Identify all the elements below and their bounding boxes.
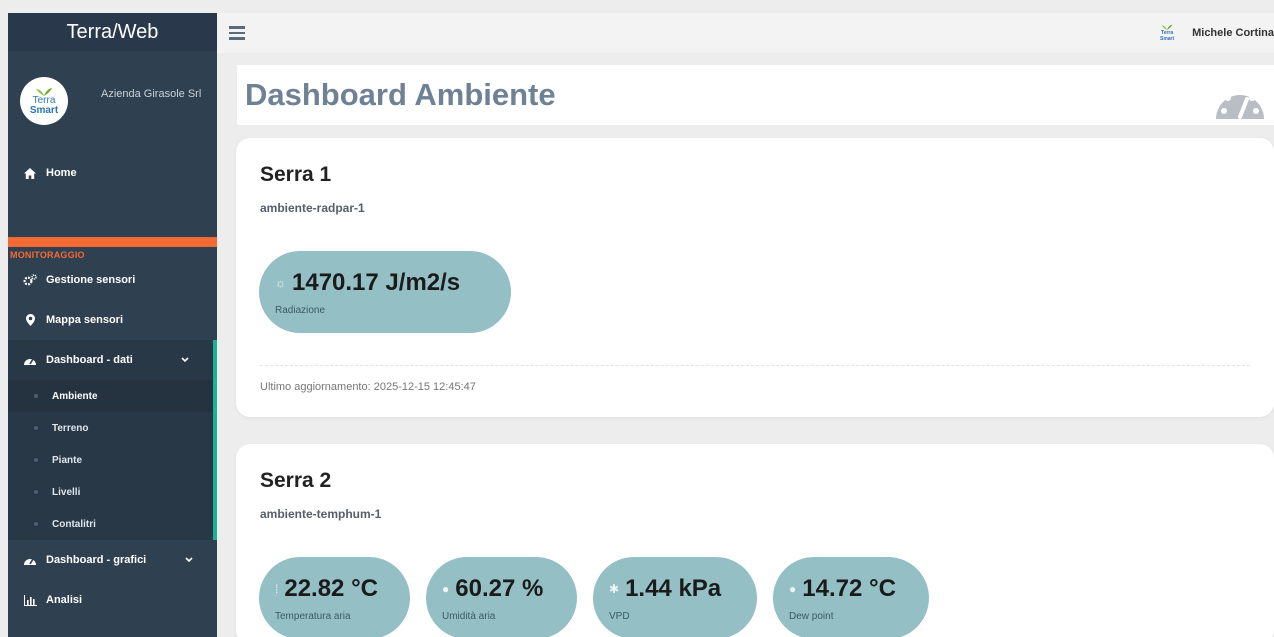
sidebar-subitem-contalitri[interactable]: Contalitri (8, 508, 213, 540)
asterisk-icon: ✱ (609, 582, 620, 596)
company-name: Azienda Girasole Srl (101, 88, 202, 100)
sidebar-item-label: Gestione sensori (46, 274, 136, 286)
section-divider (8, 237, 217, 247)
metric-value: 14.72 °C (802, 575, 896, 602)
thermometer-icon: ⁞ (275, 582, 279, 596)
sidebar-subitem-livelli[interactable]: Livelli (8, 476, 213, 508)
home-icon (22, 167, 38, 179)
sidebar-item-mappa-sensori[interactable]: Mappa sensori (8, 300, 217, 340)
brand-title[interactable]: Terra/Web (8, 13, 217, 51)
page-title: Dashboard Ambiente (245, 77, 556, 112)
card-title: Serra 2 (260, 469, 332, 492)
sensor-code: ambiente-radpar-1 (260, 201, 365, 215)
sidebar-subitem-label: Contalitri (52, 518, 96, 530)
section-label: MONITORAGGIO (10, 250, 85, 260)
bullet-icon (34, 490, 38, 494)
sidebar-subitem-label: Piante (52, 454, 83, 466)
dashboard-icon (22, 555, 38, 566)
metric-vpd: ✱ 1.44 kPa VPD (593, 557, 757, 637)
logo-word-2: Smart (29, 104, 59, 116)
metric-label: Umidità aria (442, 611, 496, 622)
chevron-down-icon[interactable] (181, 355, 189, 366)
sidebar-item-label: Mappa sensori (46, 314, 124, 326)
map-marker-icon (22, 314, 38, 326)
metric-value: 22.82 °C (284, 575, 378, 602)
metric-label: Temperatura aria (275, 611, 351, 622)
avatar-word-2: Smart (1160, 36, 1175, 42)
cogs-icon (22, 274, 38, 286)
company-logo: Terra Smart (20, 77, 68, 125)
profile-block: Terra Smart Azienda Girasole Srl (8, 51, 217, 151)
metric-value: 1.44 kPa (625, 575, 722, 602)
metric-umidita-aria: ● 60.27 % Umidità aria (426, 557, 577, 637)
sensor-card-serra-2: Serra 2 ambiente-temphum-1 ⁞ 22.82 °C Tem… (236, 444, 1274, 637)
top-bar: Terra Smart Michele Cortina (217, 13, 1274, 53)
sidebar-item-label: Home (46, 167, 77, 179)
sidebar-subitem-ambiente[interactable]: Ambiente (8, 380, 213, 412)
sun-icon: ☼ (275, 276, 286, 290)
sidebar-item-label: Dashboard - dati (46, 354, 133, 366)
sidebar-item-home[interactable]: Home (8, 151, 217, 195)
hamburger-menu-icon[interactable] (229, 26, 245, 40)
sidebar-item-gestione-sensori[interactable]: Gestione sensori (8, 260, 217, 300)
bullet-icon (34, 426, 38, 430)
page-heading: Dashboard Ambiente (237, 65, 1274, 125)
speedometer-icon (1216, 89, 1264, 119)
chevron-down-icon[interactable] (185, 555, 193, 566)
sidebar-subitem-terreno[interactable]: Terreno (8, 412, 213, 444)
sidebar-subitem-piante[interactable]: Piante (8, 444, 213, 476)
sidebar-subitem-label: Terreno (52, 422, 89, 434)
bullet-icon (34, 458, 38, 462)
metric-label: Dew point (789, 611, 834, 622)
sidebar-subitem-label: Ambiente (52, 390, 98, 402)
bullet-icon (34, 394, 38, 398)
droplet-icon: ● (442, 582, 450, 596)
user-avatar-logo: Terra Smart (1156, 22, 1178, 44)
metric-value: 60.27 % (455, 575, 544, 602)
sidebar-item-label: Analisi (46, 594, 83, 606)
user-name: Michele Cortina (1192, 27, 1274, 39)
card-title: Serra 1 (260, 163, 332, 186)
sidebar-item-analisi[interactable]: Analisi (8, 580, 217, 620)
user-menu[interactable]: Terra Smart Michele Cortina (1156, 22, 1274, 44)
sensor-card-serra-1: Serra 1 ambiente-radpar-1 ☼ 1470.17 J/m2/… (236, 138, 1274, 417)
sidebar-item-dashboard-dati[interactable]: Dashboard - dati (8, 340, 217, 380)
bar-chart-icon (22, 594, 38, 606)
metric-temperatura-aria: ⁞ 22.82 °C Temperatura aria (259, 557, 410, 637)
dashboard-icon (22, 355, 38, 366)
droplet-icon: ● (789, 582, 797, 596)
sidebar-subitem-label: Livelli (52, 486, 81, 498)
metric-dew-point: ● 14.72 °C Dew point (773, 557, 929, 637)
sidebar: Terra/Web Terra Smart Azienda Girasole S… (8, 13, 217, 637)
metric-label: VPD (609, 611, 630, 622)
sidebar-item-label: Dashboard - grafici (46, 554, 147, 566)
divider (260, 365, 1250, 366)
metric-radiazione: ☼ 1470.17 J/m2/s Radiazione (259, 251, 511, 333)
metric-value: 1470.17 J/m2/s (292, 269, 461, 296)
last-update-text: Ultimo aggiornamento: 2025-12-15 12:45:4… (260, 381, 476, 393)
sidebar-item-dashboard-grafici[interactable]: Dashboard - grafici (8, 540, 217, 580)
bullet-icon (34, 522, 38, 526)
submenu-dashboard-dati: Ambiente Terreno Piante Livelli Contalit… (8, 380, 217, 540)
metric-label: Radiazione (275, 305, 326, 316)
sensor-code: ambiente-temphum-1 (260, 507, 382, 521)
logo-word-1: Terra (32, 94, 56, 106)
